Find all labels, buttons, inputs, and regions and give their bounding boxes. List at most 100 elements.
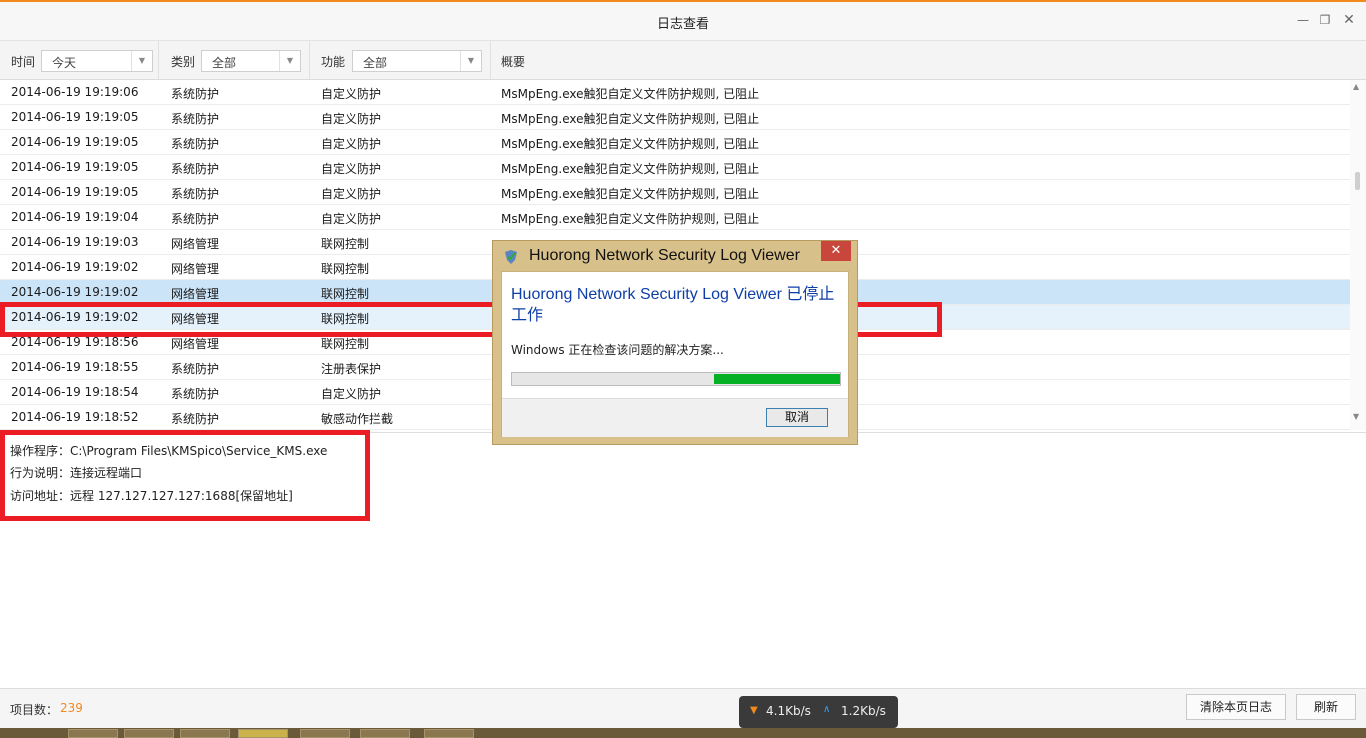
dialog-body: Huorong Network Security Log Viewer 已停止工… <box>501 271 849 437</box>
taskbar-item-active[interactable] <box>238 729 288 738</box>
row-time: 2014-06-19 19:18:56 <box>11 335 139 349</box>
category-filter-value: 全部 <box>212 56 237 70</box>
taskbar-item[interactable] <box>360 729 410 738</box>
scroll-down-icon[interactable]: ▼ <box>1353 412 1359 421</box>
dialog-title: Huorong Network Security Log Viewer <box>529 247 800 264</box>
refresh-button[interactable]: 刷新 <box>1296 694 1356 720</box>
row-time: 2014-06-19 19:19:03 <box>11 235 139 249</box>
scroll-up-icon[interactable]: ▲ <box>1353 82 1359 91</box>
time-filter-select[interactable]: 今天 ▼ <box>41 50 153 72</box>
row-summary: MsMpEng.exe触犯自定义文件防护规则, 已阻止 <box>501 87 760 101</box>
category-filter-select[interactable]: 全部 ▼ <box>201 50 301 72</box>
row-function: 自定义防护 <box>321 137 382 151</box>
clear-page-log-button[interactable]: 清除本页日志 <box>1186 694 1286 720</box>
row-summary: MsMpEng.exe触犯自定义文件防护规则, 已阻止 <box>501 212 760 226</box>
item-count-label: 项目数： <box>10 703 59 717</box>
row-category: 系统防护 <box>171 212 220 226</box>
row-category: 系统防护 <box>171 162 220 176</box>
taskbar <box>0 728 1366 738</box>
network-speed-widget: ▼ 4.1Kb/s ∧ 1.2Kb/s <box>739 696 898 728</box>
taskbar-item[interactable] <box>180 729 230 738</box>
row-function: 联网控制 <box>321 287 370 301</box>
dialog-footer: 取消 <box>502 398 848 437</box>
status-bar: 项目数： 239 清除本页日志 刷新 <box>0 688 1366 729</box>
row-category: 系统防护 <box>171 187 220 201</box>
row-function: 自定义防护 <box>321 162 382 176</box>
taskbar-item[interactable] <box>300 729 350 738</box>
dialog-heading: Huorong Network Security Log Viewer 已停止工… <box>511 286 835 324</box>
title-bar: 日志查看 — ❐ ✕ <box>0 2 1366 41</box>
row-category: 网络管理 <box>171 337 220 351</box>
cancel-button[interactable]: 取消 <box>766 408 828 427</box>
dialog-close-button[interactable]: ✕ <box>821 241 851 261</box>
row-time: 2014-06-19 19:18:55 <box>11 360 139 374</box>
function-filter-label: 功能 <box>321 55 346 69</box>
row-category: 网络管理 <box>171 237 220 251</box>
row-function: 自定义防护 <box>321 112 382 126</box>
row-function: 敏感动作拦截 <box>321 412 394 426</box>
table-row[interactable]: 2014-06-19 19:19:05 系统防护 自定义防护 MsMpEng.exe触… <box>0 130 1350 155</box>
row-time: 2014-06-19 19:19:04 <box>11 210 139 224</box>
row-time: 2014-06-19 19:19:02 <box>11 260 139 274</box>
row-function: 自定义防护 <box>321 387 382 401</box>
taskbar-item[interactable] <box>424 729 474 738</box>
table-row[interactable]: 2014-06-19 19:19:05 系统防护 自定义防护 MsMpEng.exe触… <box>0 155 1350 180</box>
time-filter-label: 时间 <box>11 55 36 69</box>
dialog-message: Windows 正在检查该问题的解决方案... <box>511 343 724 357</box>
taskbar-item[interactable] <box>68 729 118 738</box>
function-filter-value: 全部 <box>363 56 388 70</box>
row-category: 系统防护 <box>171 362 220 376</box>
category-filter-label: 类别 <box>171 55 196 69</box>
function-filter-select[interactable]: 全部 ▼ <box>352 50 482 72</box>
taskbar-item[interactable] <box>124 729 174 738</box>
table-row[interactable]: 2014-06-19 19:19:04 系统防护 自定义防护 MsMpEng.exe触… <box>0 205 1350 230</box>
row-function: 自定义防护 <box>321 87 382 101</box>
restore-icon[interactable]: ❐ <box>1316 11 1334 29</box>
row-category: 系统防护 <box>171 412 220 426</box>
item-count-value: 239 <box>60 701 83 715</box>
row-function: 自定义防护 <box>321 187 382 201</box>
row-function: 自定义防护 <box>321 212 382 226</box>
row-category: 网络管理 <box>171 287 220 301</box>
row-category: 网络管理 <box>171 262 220 276</box>
error-dialog: Huorong Network Security Log Viewer ✕ Hu… <box>492 240 858 445</box>
row-time: 2014-06-19 19:19:05 <box>11 110 139 124</box>
chevron-down-icon: ▼ <box>131 51 152 71</box>
row-time: 2014-06-19 19:19:05 <box>11 160 139 174</box>
row-summary: MsMpEng.exe触犯自定义文件防护规则, 已阻止 <box>501 112 760 126</box>
filter-bar: 时间 今天 ▼ 类别 全部 ▼ 功能 全部 ▼ 概要 <box>0 41 1366 80</box>
close-icon[interactable]: ✕ <box>1340 11 1358 29</box>
progress-fill <box>714 374 840 384</box>
row-category: 系统防护 <box>171 387 220 401</box>
table-row[interactable]: 2014-06-19 19:19:06 系统防护 自定义防护 MsMpEng.exe触… <box>0 80 1350 105</box>
row-function: 联网控制 <box>321 262 370 276</box>
row-time: 2014-06-19 19:19:05 <box>11 135 139 149</box>
row-summary: MsMpEng.exe触犯自定义文件防护规则, 已阻止 <box>501 187 760 201</box>
row-time: 2014-06-19 19:18:54 <box>11 385 139 399</box>
row-category: 系统防护 <box>171 112 220 126</box>
table-scrollbar[interactable]: ▲ ▼ <box>1350 80 1366 430</box>
highlight-box-detail <box>0 430 370 521</box>
upload-speed: 1.2Kb/s <box>841 704 886 718</box>
table-row[interactable]: 2014-06-19 19:19:05 系统防护 自定义防护 MsMpEng.exe触… <box>0 180 1350 205</box>
table-row[interactable]: 2014-06-19 19:19:05 系统防护 自定义防护 MsMpEng.exe触… <box>0 105 1350 130</box>
row-time: 2014-06-19 19:19:05 <box>11 185 139 199</box>
minimize-icon[interactable]: — <box>1294 11 1312 29</box>
chevron-down-icon: ▼ <box>460 51 481 71</box>
download-speed: 4.1Kb/s <box>766 704 811 718</box>
download-arrow-icon: ▼ <box>750 705 758 716</box>
row-function: 注册表保护 <box>321 362 382 376</box>
row-time: 2014-06-19 19:19:02 <box>11 285 139 299</box>
time-filter-value: 今天 <box>52 56 77 70</box>
upload-arrow-icon: ∧ <box>823 704 831 715</box>
app-shield-icon <box>505 250 517 264</box>
category-filter: 类别 全部 ▼ <box>158 41 310 79</box>
row-function: 联网控制 <box>321 237 370 251</box>
row-function: 联网控制 <box>321 337 370 351</box>
time-filter: 时间 今天 ▼ <box>0 41 159 79</box>
chevron-down-icon: ▼ <box>279 51 300 71</box>
row-category: 系统防护 <box>171 137 220 151</box>
function-filter: 功能 全部 ▼ <box>309 41 491 79</box>
row-category: 系统防护 <box>171 87 220 101</box>
scrollbar-thumb[interactable] <box>1355 172 1360 190</box>
